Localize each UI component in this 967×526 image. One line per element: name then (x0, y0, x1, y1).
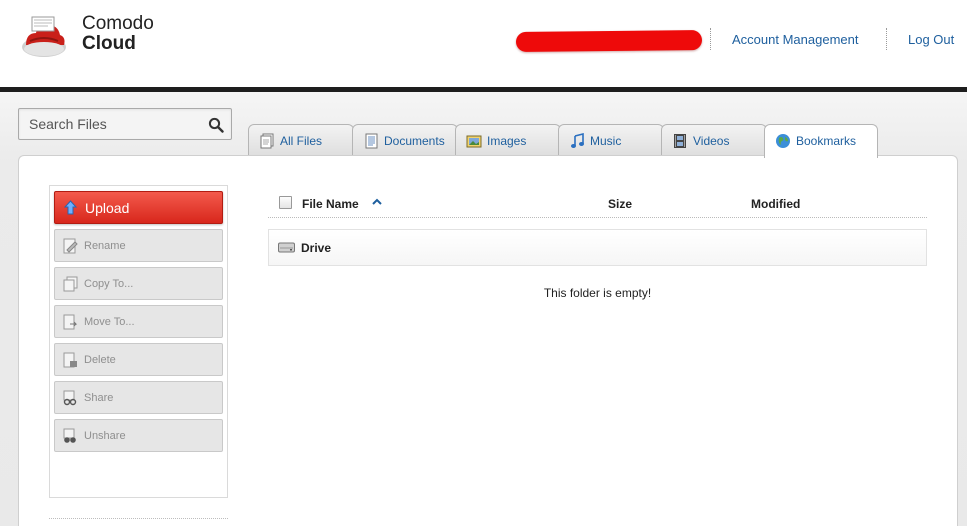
tab-images[interactable]: Images (455, 124, 561, 156)
action-sidebar: Upload Rename Copy To... Move To... Dele… (49, 185, 228, 498)
tab-music[interactable]: Music (558, 124, 664, 156)
tab-label: Music (590, 134, 622, 148)
tab-all-files[interactable]: All Files (248, 124, 354, 156)
tab-label: Documents (384, 134, 445, 148)
share-label: Share (84, 392, 114, 404)
unshare-label: Unshare (84, 430, 126, 442)
redacted-username (515, 30, 703, 52)
column-header-modified[interactable]: Modified (751, 197, 800, 211)
tab-label: Bookmarks (796, 134, 857, 148)
file-list-header: File Name Size Modified (268, 190, 927, 218)
tab-label: Videos (693, 134, 730, 148)
move-to-label: Move To... (84, 316, 135, 328)
search-icon[interactable] (208, 117, 224, 133)
header: Comodo Cloud Account Management Log Out (0, 0, 967, 88)
table-row[interactable]: Drive (268, 229, 927, 266)
rename-icon (63, 238, 78, 254)
music-icon (571, 133, 584, 148)
upload-button[interactable]: Upload (54, 191, 223, 224)
tab-videos[interactable]: Videos (661, 124, 767, 156)
rename-button[interactable]: Rename (54, 229, 223, 262)
copy-to-button[interactable]: Copy To... (54, 267, 223, 300)
share-button[interactable]: Share (54, 381, 223, 414)
delete-label: Delete (84, 354, 116, 366)
search-input[interactable] (19, 109, 205, 139)
copy-to-label: Copy To... (84, 278, 134, 290)
copy-icon (63, 276, 78, 292)
delete-button[interactable]: Delete (54, 343, 223, 376)
upload-arrow-icon (63, 200, 78, 215)
share-icon (63, 390, 77, 406)
drive-icon (278, 242, 295, 253)
move-to-button[interactable]: Move To... (54, 305, 223, 338)
sidebar-divider (49, 518, 228, 519)
delete-icon (63, 352, 77, 368)
search-box (18, 108, 232, 140)
comodo-cloud-logo-icon[interactable] (20, 13, 68, 59)
column-header-size[interactable]: Size (608, 197, 632, 211)
sort-ascending-icon[interactable] (372, 198, 382, 206)
globe-icon (776, 134, 790, 148)
unshare-icon (63, 428, 76, 443)
column-header-file-name[interactable]: File Name (302, 197, 359, 211)
empty-folder-message: This folder is empty! (543, 286, 652, 300)
images-icon (466, 135, 482, 148)
account-management-link[interactable]: Account Management (732, 32, 858, 47)
tab-label: All Files (280, 134, 323, 148)
all-files-icon (260, 133, 274, 149)
unshare-button[interactable]: Unshare (54, 419, 223, 452)
tab-bookmarks[interactable]: Bookmarks (764, 124, 878, 158)
rename-label: Rename (84, 240, 126, 252)
brand-name: Comodo Cloud (82, 14, 154, 54)
brand-line-1: Comodo (82, 13, 154, 34)
videos-icon (674, 134, 686, 148)
documents-icon (365, 133, 378, 149)
header-divider (710, 28, 711, 50)
tab-documents[interactable]: Documents (352, 124, 458, 156)
select-all-checkbox[interactable] (279, 196, 292, 209)
file-name: Drive (301, 241, 332, 255)
tab-label: Images (487, 134, 527, 148)
brand-line-2: Cloud (82, 33, 136, 54)
upload-label: Upload (85, 200, 130, 216)
move-icon (63, 314, 78, 330)
header-divider (886, 28, 887, 50)
logout-link[interactable]: Log Out (908, 32, 954, 47)
